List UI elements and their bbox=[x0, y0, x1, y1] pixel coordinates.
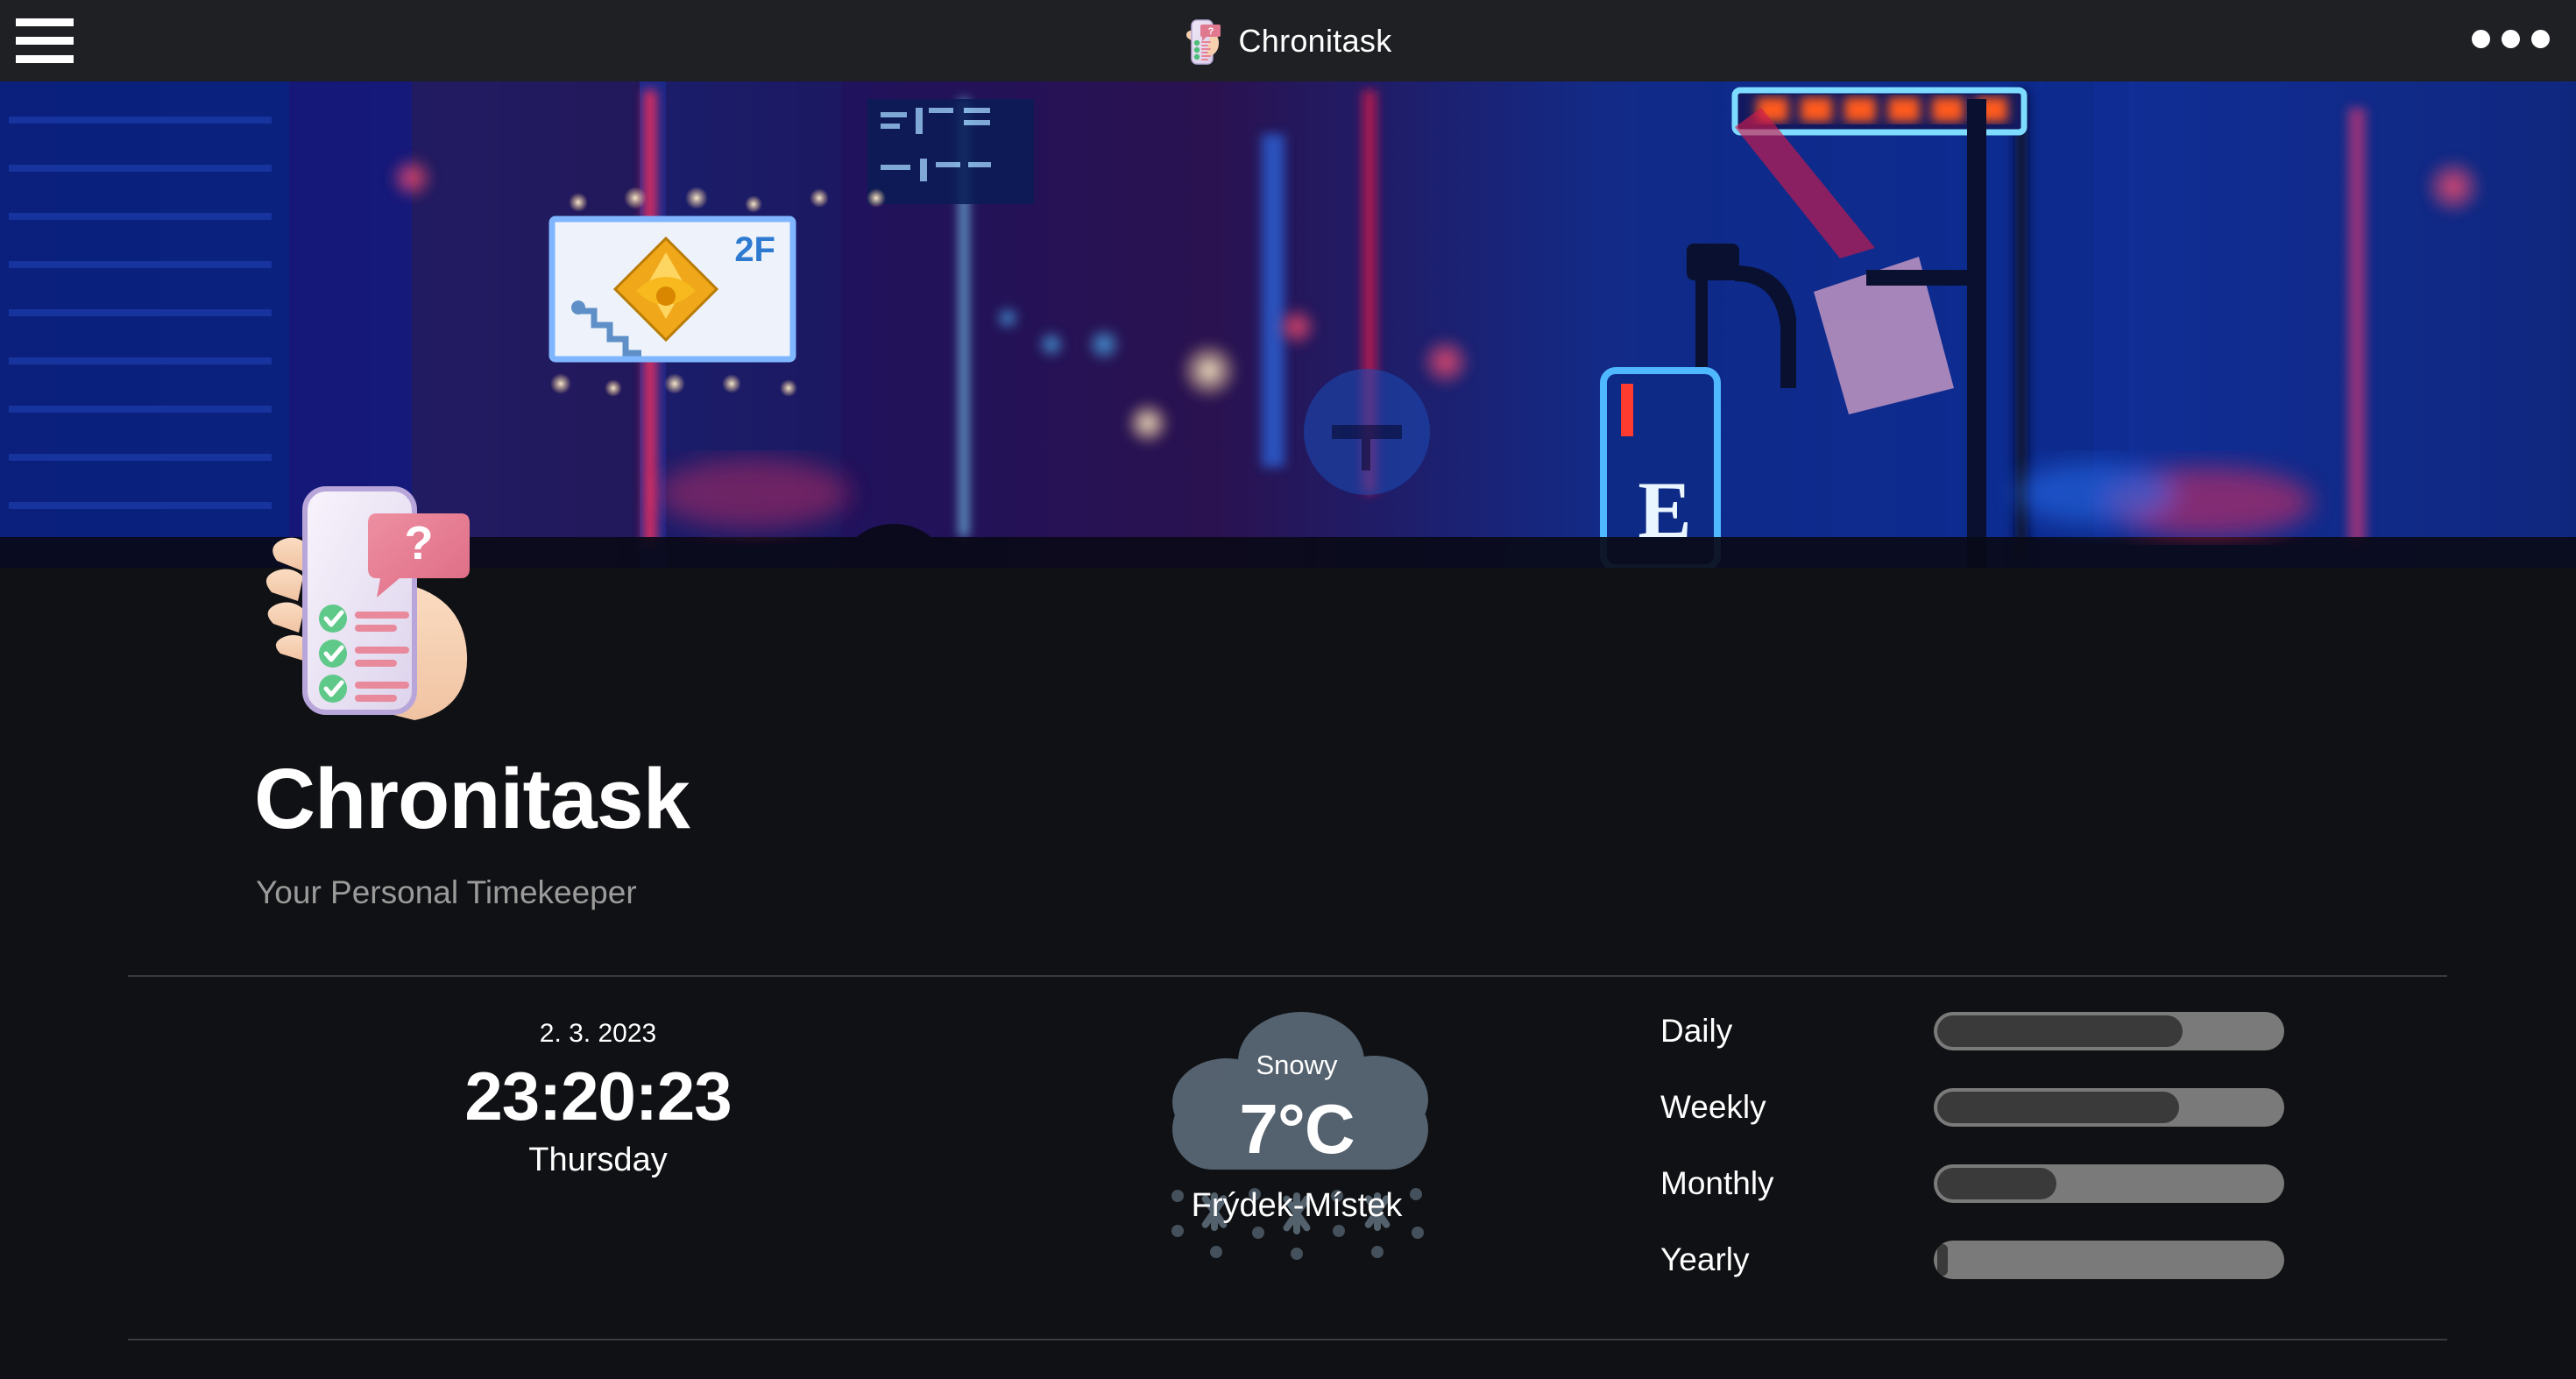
progress-fill-monthly bbox=[1937, 1167, 2056, 1199]
kebab-dot-1 bbox=[2472, 30, 2490, 48]
kebab-menu-icon[interactable] bbox=[2472, 30, 2550, 48]
kebab-dot-3 bbox=[2531, 30, 2550, 48]
progress-label-yearly: Yearly bbox=[1660, 1241, 1750, 1277]
weather-widget: Snowy 7°C Frýdek-Místek bbox=[1139, 993, 1454, 1282]
clock-date: 2. 3. 2023 bbox=[539, 1019, 657, 1048]
progress-row-monthly: Monthly bbox=[1660, 1145, 2361, 1221]
progress-row-weekly: Weekly bbox=[1660, 1069, 2361, 1145]
progress-label-monthly: Monthly bbox=[1660, 1164, 1774, 1201]
progress-fill-weekly bbox=[1937, 1091, 2179, 1123]
progress-fill-daily bbox=[1937, 1015, 2183, 1047]
svg-text:2F: 2F bbox=[734, 230, 775, 269]
hamburger-bar-3 bbox=[16, 54, 74, 63]
kebab-dot-2 bbox=[2502, 30, 2520, 48]
progress-label-daily: Daily bbox=[1660, 1012, 1733, 1049]
clock-widget: 2. 3. 2023 23:20:23 Thursday bbox=[447, 1019, 749, 1179]
svg-text:?: ? bbox=[405, 517, 434, 569]
app-brand: ? Chronitask bbox=[1184, 15, 1391, 67]
clock-time: 23:20:23 bbox=[464, 1057, 732, 1135]
app-logo-phone-checklist-icon: ? bbox=[254, 463, 482, 725]
hamburger-menu-icon[interactable] bbox=[16, 12, 74, 68]
page-title: Chronitask bbox=[254, 751, 690, 846]
progress-bar-daily[interactable] bbox=[1934, 1011, 2284, 1050]
weather-condition: Snowy bbox=[1256, 1050, 1338, 1080]
weather-location: Frýdek-Místek bbox=[1191, 1187, 1403, 1224]
dashboard-row: 2. 3. 2023 23:20:23 Thursday Snowy 7°C F… bbox=[0, 975, 2576, 1339]
hamburger-bar-2 bbox=[16, 36, 74, 45]
page-subtitle: Your Personal Timekeeper bbox=[256, 874, 637, 910]
progress-bar-weekly[interactable] bbox=[1934, 1087, 2284, 1127]
progress-row-daily: Daily bbox=[1660, 993, 2361, 1069]
progress-fill-yearly bbox=[1937, 1243, 1948, 1276]
svg-text:?: ? bbox=[1208, 26, 1214, 37]
window-title: Chronitask bbox=[1238, 22, 1392, 59]
progress-label-weekly: Weekly bbox=[1660, 1088, 1766, 1125]
main-content: ? Chronitask Your Personal Timekeeper 2.… bbox=[0, 486, 2576, 1379]
divider-bottom bbox=[128, 1339, 2447, 1340]
clock-weekday: Thursday bbox=[528, 1141, 668, 1178]
progress-list: Daily Weekly Monthly Yearly bbox=[1660, 993, 2361, 1298]
progress-row-yearly: Yearly bbox=[1660, 1221, 2361, 1298]
progress-bar-monthly[interactable] bbox=[1934, 1163, 2284, 1203]
hamburger-bar-1 bbox=[16, 18, 74, 26]
phone-checklist-icon: ? bbox=[1184, 15, 1222, 67]
progress-bar-yearly[interactable] bbox=[1934, 1240, 2284, 1279]
weather-temperature: 7°C bbox=[1239, 1090, 1355, 1168]
window-title-bar: ? Chronitask bbox=[0, 0, 2576, 81]
